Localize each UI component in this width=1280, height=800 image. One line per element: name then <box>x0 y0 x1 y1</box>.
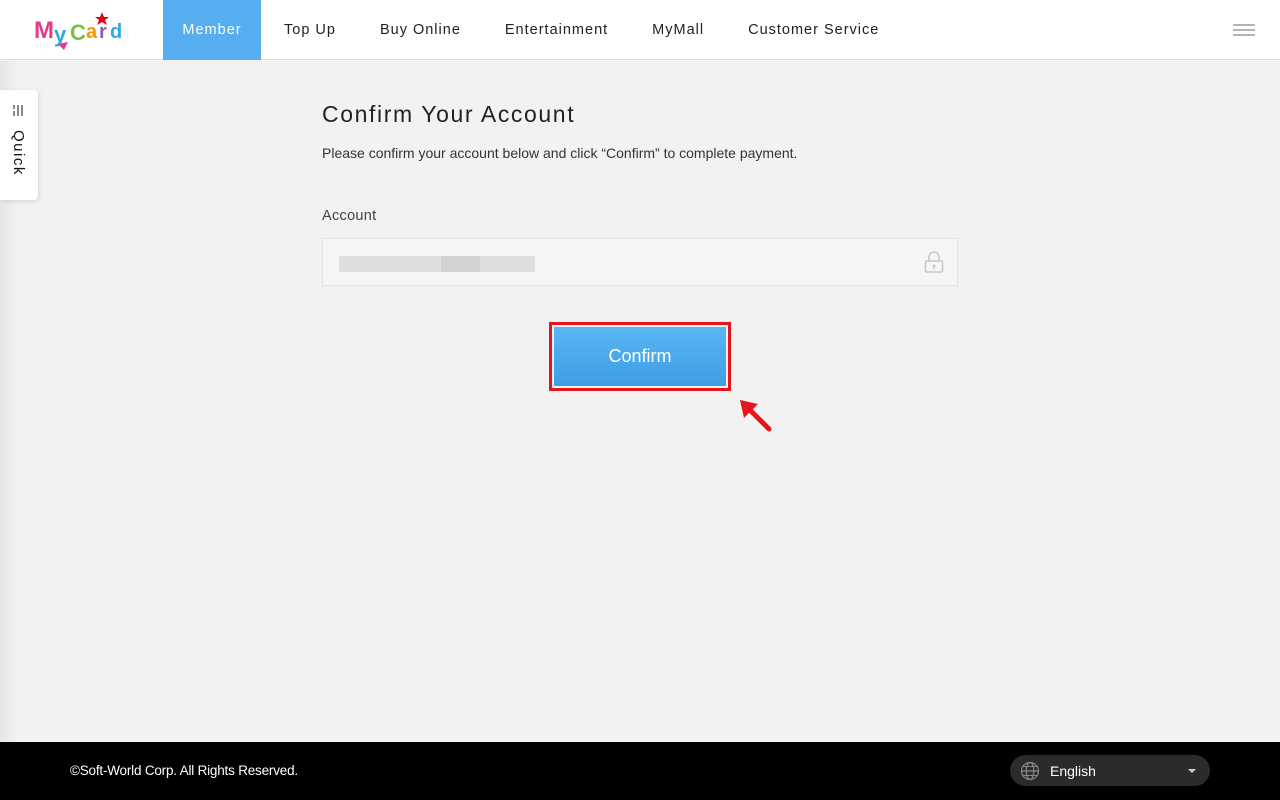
svg-text:a: a <box>86 21 98 43</box>
hamburger-icon[interactable] <box>1233 24 1255 36</box>
quick-tab[interactable]: Quick <box>0 90 38 200</box>
nav-member[interactable]: Member <box>163 0 261 60</box>
language-selector[interactable]: English <box>1010 755 1210 786</box>
pointer-arrow-icon <box>740 400 772 432</box>
svg-text:C: C <box>70 20 86 45</box>
svg-text:M: M <box>34 17 54 44</box>
account-value-masked <box>339 256 535 272</box>
nav-buy-online[interactable]: Buy Online <box>380 0 461 60</box>
globe-icon <box>1020 761 1040 781</box>
top-header: M y C a r d Member Top Up Buy Online Ent… <box>0 0 1280 60</box>
svg-text:r: r <box>99 21 107 43</box>
confirm-highlight: Confirm <box>549 322 731 391</box>
language-label: English <box>1050 763 1096 779</box>
mycard-logo[interactable]: M y C a r d <box>34 8 134 52</box>
nav-top-up[interactable]: Top Up <box>284 0 336 60</box>
nav-mymall[interactable]: MyMall <box>652 0 704 60</box>
main-nav: Member Top Up Buy Online Entertainment M… <box>163 0 879 60</box>
list-icon <box>13 105 23 116</box>
nav-customer-service[interactable]: Customer Service <box>748 0 879 60</box>
page-title: Confirm Your Account <box>322 101 576 127</box>
nav-entertainment[interactable]: Entertainment <box>505 0 608 60</box>
footer: ©Soft-World Corp. All Rights Reserved. E… <box>0 742 1280 800</box>
chevron-down-icon <box>1188 769 1196 773</box>
account-field <box>322 238 958 286</box>
confirm-button[interactable]: Confirm <box>554 327 726 386</box>
svg-text:d: d <box>110 21 122 43</box>
account-label: Account <box>322 208 377 224</box>
quick-label: Quick <box>10 130 27 176</box>
lock-icon <box>924 251 944 273</box>
copyright-text: ©Soft-World Corp. All Rights Reserved. <box>70 763 298 778</box>
page-description: Please confirm your account below and cl… <box>322 145 798 161</box>
